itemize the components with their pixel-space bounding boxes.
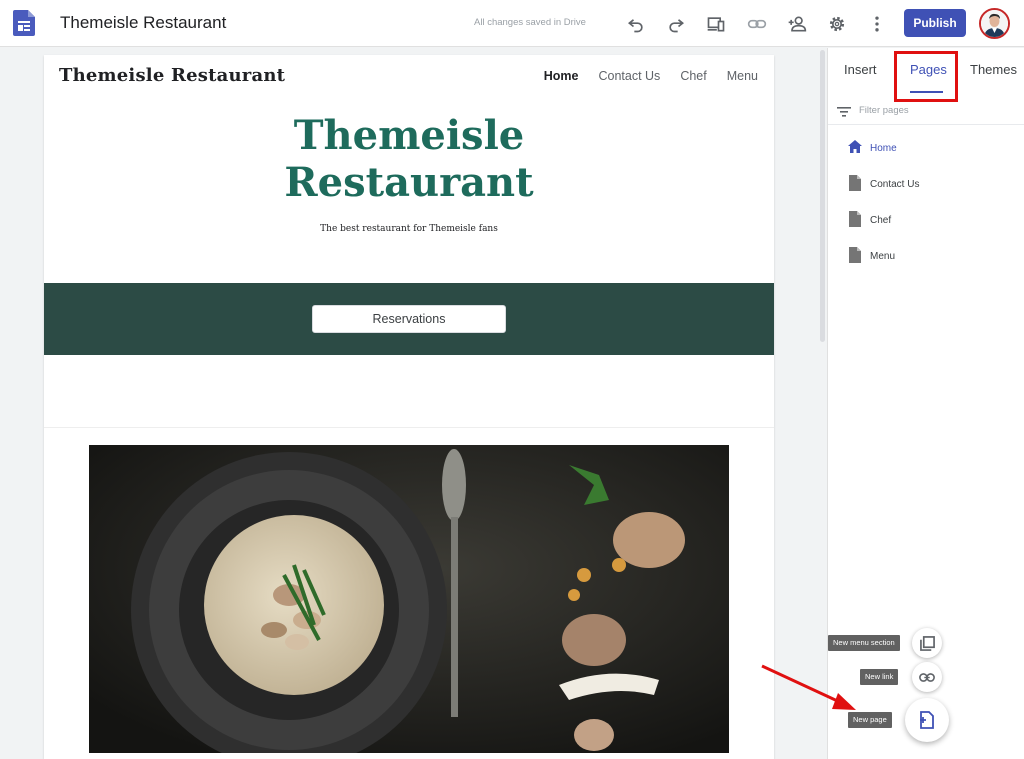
tab-insert[interactable]: Insert — [844, 62, 877, 77]
page-item-home[interactable]: Home — [848, 137, 1008, 159]
page-item-label: Home — [870, 143, 897, 154]
site-nav-menu[interactable]: Menu — [727, 69, 758, 83]
hero-subtitle[interactable]: The best restaurant for Themeisle fans — [44, 224, 774, 234]
new-menu-section-tooltip: New menu section — [828, 635, 900, 651]
document-title[interactable]: Themeisle Restaurant — [60, 13, 226, 33]
top-bar: Themeisle Restaurant All changes saved i… — [0, 0, 1024, 47]
filter-pages-placeholder: Filter pages — [859, 105, 909, 116]
site-preview[interactable]: Themeisle Restaurant Home Contact Us Che… — [44, 55, 774, 759]
avatar[interactable] — [979, 8, 1010, 39]
side-panel: Insert Pages Themes Filter pages Home Co… — [827, 48, 1024, 759]
pages-tab-highlight-box — [894, 51, 958, 102]
hero-title-line-1: Themeisle — [293, 112, 525, 159]
site-navigation: Home Contact Us Chef Menu — [544, 69, 758, 83]
link-icon — [919, 672, 935, 682]
link-icon[interactable] — [745, 12, 769, 36]
page-item-label: Menu — [870, 251, 896, 262]
canvas-scrollbar-thumb[interactable] — [820, 50, 825, 342]
site-nav-chef[interactable]: Chef — [680, 69, 706, 83]
share-add-person-icon[interactable] — [785, 12, 809, 36]
page-item-chef[interactable]: Chef — [848, 209, 1008, 231]
reservations-section[interactable]: Reservations — [44, 283, 774, 355]
annotation-arrow — [761, 664, 856, 710]
preview-devices-icon[interactable] — [704, 12, 728, 36]
canvas-scrollbar[interactable] — [818, 48, 827, 759]
site-nav-contact-us[interactable]: Contact Us — [598, 69, 660, 83]
page-icon — [849, 175, 861, 191]
reservations-button[interactable]: Reservations — [312, 305, 506, 333]
page-item-menu[interactable]: Menu — [848, 245, 1008, 267]
new-link-button[interactable] — [912, 662, 942, 692]
more-vert-icon[interactable] — [865, 12, 889, 36]
page-icon — [849, 247, 861, 263]
google-sites-icon[interactable] — [13, 10, 35, 36]
save-status: All changes saved in Drive — [474, 17, 586, 28]
hero-title-line-2: Restaurant — [284, 159, 534, 206]
page-item-contact-us[interactable]: Contact Us — [848, 173, 1008, 195]
publish-button[interactable]: Publish — [904, 9, 966, 37]
page-icon — [849, 211, 861, 227]
food-image[interactable] — [89, 445, 729, 753]
new-page-icon — [920, 711, 934, 729]
redo-icon[interactable] — [664, 12, 688, 36]
undo-icon[interactable] — [624, 12, 648, 36]
site-brand[interactable]: Themeisle Restaurant — [59, 65, 285, 86]
section-divider — [44, 427, 774, 428]
page-item-label: Chef — [870, 215, 892, 226]
new-page-button[interactable] — [905, 698, 949, 742]
tab-themes[interactable]: Themes — [970, 62, 1017, 77]
filter-pages-field[interactable]: Filter pages — [828, 99, 1024, 125]
hero-title[interactable]: Themeisle Restaurant — [44, 112, 774, 206]
new-menu-section-icon — [919, 635, 935, 651]
filter-icon — [837, 107, 851, 117]
editor-canvas: Themeisle Restaurant Home Contact Us Che… — [0, 48, 818, 759]
settings-gear-icon[interactable] — [825, 12, 849, 36]
home-icon — [848, 140, 862, 153]
page-item-label: Contact Us — [870, 179, 920, 190]
new-menu-section-button[interactable] — [912, 628, 942, 658]
site-nav-home[interactable]: Home — [544, 69, 579, 83]
